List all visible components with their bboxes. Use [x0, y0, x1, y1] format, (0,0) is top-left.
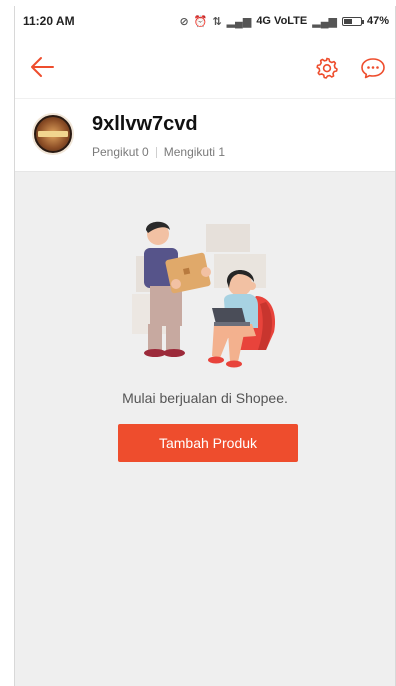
data-transfer-icon: ⇅ — [212, 15, 222, 28]
mute-icon: ⊘ — [179, 15, 189, 28]
top-app-bar — [15, 36, 395, 98]
gear-icon[interactable] — [315, 56, 339, 80]
signal-icon-2: ▂▄▆ — [312, 15, 337, 28]
status-bar: 11:20 AM ⊘ ⏰ ⇅ ▂▄▆ 4G VoLTE ▂▄▆ 47% — [15, 6, 395, 36]
network-type: 4G VoLTE — [256, 15, 308, 27]
battery-icon — [341, 16, 364, 26]
following-count[interactable]: Mengikuti 1 — [164, 145, 225, 159]
avatar[interactable] — [32, 113, 74, 155]
alarm-icon: ⏰ — [193, 15, 208, 28]
status-icons: ⊘ ⏰ ⇅ ▂▄▆ 4G VoLTE ▂▄▆ 47% — [179, 15, 389, 28]
username: 9xllvw7cvd — [92, 113, 198, 135]
follow-stats: Pengikut 0 Mengikuti 1 — [92, 145, 225, 159]
empty-shop-illustration — [132, 221, 276, 368]
phone-screen: 11:20 AM ⊘ ⏰ ⇅ ▂▄▆ 4G VoLTE ▂▄▆ 47% 9xll… — [14, 6, 396, 686]
battery-level: 47% — [366, 15, 389, 27]
stats-divider — [155, 146, 157, 158]
signal-icon: ▂▄▆ — [226, 15, 252, 28]
status-time: 11:20 AM — [23, 14, 75, 28]
add-product-button[interactable]: Tambah Produk — [118, 424, 298, 462]
profile-section[interactable]: 9xllvw7cvd Pengikut 0 Mengikuti 1 — [15, 98, 395, 172]
chat-bubble-icon[interactable] — [360, 56, 386, 80]
empty-state-message: Mulai berjualan di Shopee. — [122, 390, 288, 406]
followers-count[interactable]: Pengikut 0 — [92, 145, 149, 159]
arrow-left-icon[interactable] — [29, 55, 55, 79]
